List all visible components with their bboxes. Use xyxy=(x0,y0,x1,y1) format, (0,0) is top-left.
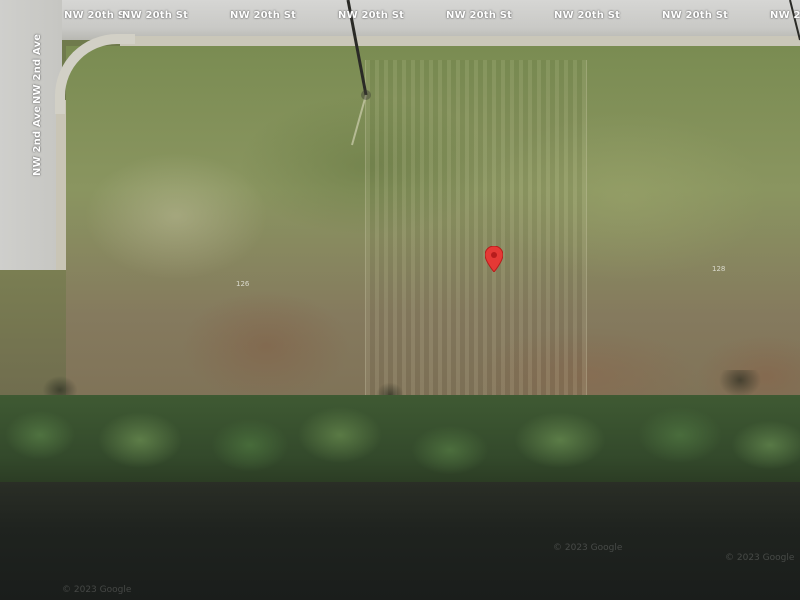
street-label: NW 20th St xyxy=(338,10,405,21)
canal-water xyxy=(0,482,800,600)
street-label: NW 2nd Ave xyxy=(32,105,43,176)
street-label: NW 20th St xyxy=(662,10,729,21)
imagery-watermark: © 2023 Google xyxy=(62,585,132,595)
street-label: NW 20th St xyxy=(446,10,513,21)
sidewalk-left xyxy=(56,100,66,270)
street-label: NW 20 xyxy=(770,10,800,21)
sidewalk-top xyxy=(120,36,800,46)
street-label: NW 20th St xyxy=(122,10,189,21)
imagery-watermark: © 2023 Google xyxy=(725,553,795,563)
street-label: NW 20th St xyxy=(64,10,131,21)
map-pin-icon[interactable] xyxy=(485,246,503,272)
parcel-number: 128 xyxy=(712,265,726,273)
mowed-strip xyxy=(365,60,587,400)
imagery-watermark: © 2023 Google xyxy=(553,543,623,553)
street-label: NW 2nd Ave xyxy=(32,33,43,104)
satellite-map[interactable]: NW 20th St NW 20th St NW 20th St NW 20th… xyxy=(0,0,800,600)
street-label: NW 20th St xyxy=(554,10,621,21)
road-nw-2nd-ave xyxy=(0,0,62,270)
street-label: NW 20th St xyxy=(230,10,297,21)
parcel-number: 126 xyxy=(236,280,250,288)
